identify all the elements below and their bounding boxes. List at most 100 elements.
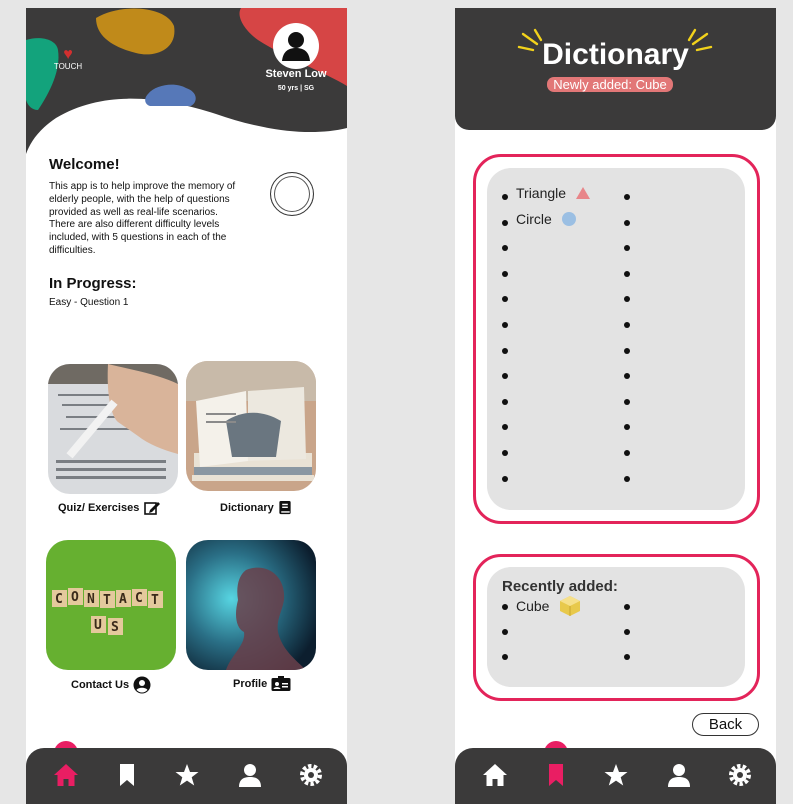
- dictionary-bullet: [502, 450, 508, 456]
- home-screen: ♥ TOUCH Steven Low 50 yrs | SG Welcome! …: [26, 8, 347, 804]
- contact-label-text: Contact Us: [71, 679, 130, 691]
- book-icon: [279, 500, 291, 515]
- dictionary-bullet: [502, 322, 508, 328]
- welcome-body: This app is to help improve the memory o…: [49, 181, 236, 256]
- newly-added-value: Cube: [635, 77, 667, 92]
- settings-icon[interactable]: [298, 762, 324, 788]
- svg-text:N: N: [87, 592, 95, 607]
- tab-bar: [455, 748, 776, 804]
- dictionary-bullet: [502, 347, 508, 354]
- star-icon[interactable]: [603, 762, 629, 788]
- dictionary-bullet: [624, 373, 630, 380]
- dictionary-bullet: [624, 424, 630, 431]
- dictionary-bullet: [502, 296, 508, 303]
- dictionary-label-text: Dictionary: [220, 501, 274, 514]
- recent-bullet: [624, 604, 630, 610]
- user-icon[interactable]: [666, 762, 692, 788]
- home-icon[interactable]: [53, 762, 79, 788]
- edit-icon: [144, 502, 161, 515]
- dictionary-entry[interactable]: Circle: [516, 211, 576, 227]
- dictionary-bullet: [502, 373, 508, 380]
- svg-text:T: T: [151, 593, 159, 608]
- recent-bullet: [502, 654, 508, 660]
- dictionary-bullet: [502, 270, 508, 277]
- dictionary-bullet: [502, 245, 508, 252]
- newly-added-badge: Newly added: Cube: [547, 77, 673, 92]
- user-icon[interactable]: [237, 762, 263, 788]
- quiz-label[interactable]: Quiz/ Exercises: [58, 500, 161, 516]
- app-logo-text: TOUCH: [53, 62, 83, 71]
- dictionary-tile[interactable]: [186, 361, 316, 491]
- recent-bullet: [624, 654, 630, 660]
- dictionary-bullet: [502, 475, 508, 482]
- dictionary-bullet: [502, 424, 508, 431]
- quiz-label-text: Quiz/ Exercises: [58, 502, 140, 514]
- svg-text:O: O: [71, 590, 79, 605]
- recent-entry[interactable]: Cube: [516, 595, 581, 617]
- dictionary-image: [186, 361, 316, 491]
- contact-label[interactable]: Contact Us: [71, 676, 151, 694]
- svg-text:S: S: [111, 620, 119, 635]
- cube-icon: [559, 595, 581, 617]
- page-title: Dictionary: [542, 38, 689, 71]
- profile-tile[interactable]: [186, 540, 316, 670]
- dictionary-entry-label: Circle: [516, 210, 552, 227]
- recent-bullet: [502, 629, 508, 635]
- dictionary-bullet: [624, 245, 630, 252]
- settings-icon[interactable]: [727, 762, 753, 788]
- profile-image: [186, 540, 316, 670]
- dictionary-bullet: [624, 475, 630, 482]
- user-meta: 50 yrs | SG: [277, 85, 315, 92]
- dictionary-bullet: [624, 398, 630, 405]
- recent-list-panel: Recently added: Cube: [487, 567, 745, 687]
- circle-icon: [561, 211, 576, 226]
- star-icon[interactable]: [174, 762, 200, 788]
- profile-label-text: Profile: [233, 678, 268, 690]
- dictionary-label[interactable]: Dictionary: [220, 500, 292, 515]
- dictionary-list-panel: Triangle Circle: [487, 168, 745, 510]
- dictionary-screen: Dictionary Newly added: Cube Triangle Cir…: [455, 8, 776, 804]
- tab-bar: [26, 748, 347, 804]
- dictionary-bullet: [624, 347, 630, 354]
- user-icon: [282, 32, 310, 61]
- dictionary-bullet: [502, 194, 508, 200]
- profile-label[interactable]: Profile: [233, 676, 291, 692]
- recent-bullet: [624, 629, 630, 635]
- app-logo: ♥ TOUCH: [50, 46, 86, 72]
- dictionary-bullet: [624, 322, 630, 328]
- progress-title: In Progress:: [49, 275, 137, 292]
- id-card-icon: [271, 676, 291, 691]
- user-name: Steven Low: [265, 68, 327, 80]
- dictionary-bullet: [624, 270, 630, 277]
- triangle-icon: [576, 187, 591, 199]
- home-icon[interactable]: [482, 762, 508, 788]
- dictionary-entry[interactable]: Triangle: [516, 185, 591, 201]
- heart-icon: ♥: [63, 46, 73, 63]
- svg-text:T: T: [103, 593, 111, 608]
- contact-tile[interactable]: C O N T A C T U S: [46, 540, 176, 670]
- svg-text:U: U: [94, 618, 102, 633]
- dictionary-bullet: [502, 219, 508, 226]
- quiz-tile[interactable]: [48, 364, 178, 494]
- bookmark-icon[interactable]: [543, 762, 569, 788]
- welcome-title: Welcome!: [49, 156, 120, 173]
- svg-text:C: C: [135, 591, 143, 606]
- quiz-image: [48, 364, 178, 494]
- user-circle-icon: [133, 676, 151, 694]
- recent-title: Recently added:: [502, 578, 618, 595]
- back-button[interactable]: Back: [692, 713, 759, 736]
- recent-bullet: [502, 604, 508, 610]
- svg-text:A: A: [119, 592, 127, 607]
- avatar[interactable]: [273, 23, 319, 69]
- svg-text:C: C: [55, 592, 63, 607]
- recent-entry-label: Cube: [516, 598, 550, 614]
- dictionary-bullet: [502, 398, 508, 405]
- dictionary-bullet: [624, 450, 630, 456]
- newly-added-label: Newly added:: [553, 77, 633, 92]
- circle-button[interactable]: [270, 172, 314, 216]
- contact-image: C O N T A C T U S: [46, 540, 176, 670]
- dictionary-entry-label: Triangle: [516, 185, 567, 201]
- bookmark-icon[interactable]: [114, 762, 140, 788]
- dictionary-bullet: [624, 219, 630, 226]
- dictionary-bullet: [624, 194, 630, 200]
